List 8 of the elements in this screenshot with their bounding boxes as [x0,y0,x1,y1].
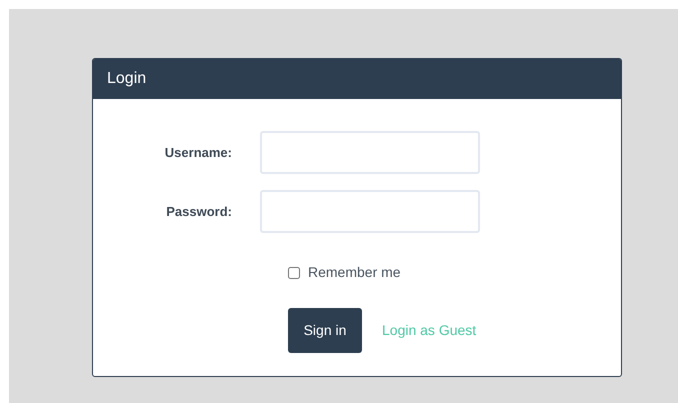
checkbox-label: Remember me [308,263,401,282]
input-field[interactable] [260,131,480,174]
panel-title: Login [107,69,146,89]
remember-checkbox[interactable] [288,266,300,278]
field-label: Password: [166,202,232,221]
field-label: Username: [164,144,232,162]
sign-in-button[interactable]: Sign in [288,308,362,353]
input-field[interactable] [260,190,480,233]
